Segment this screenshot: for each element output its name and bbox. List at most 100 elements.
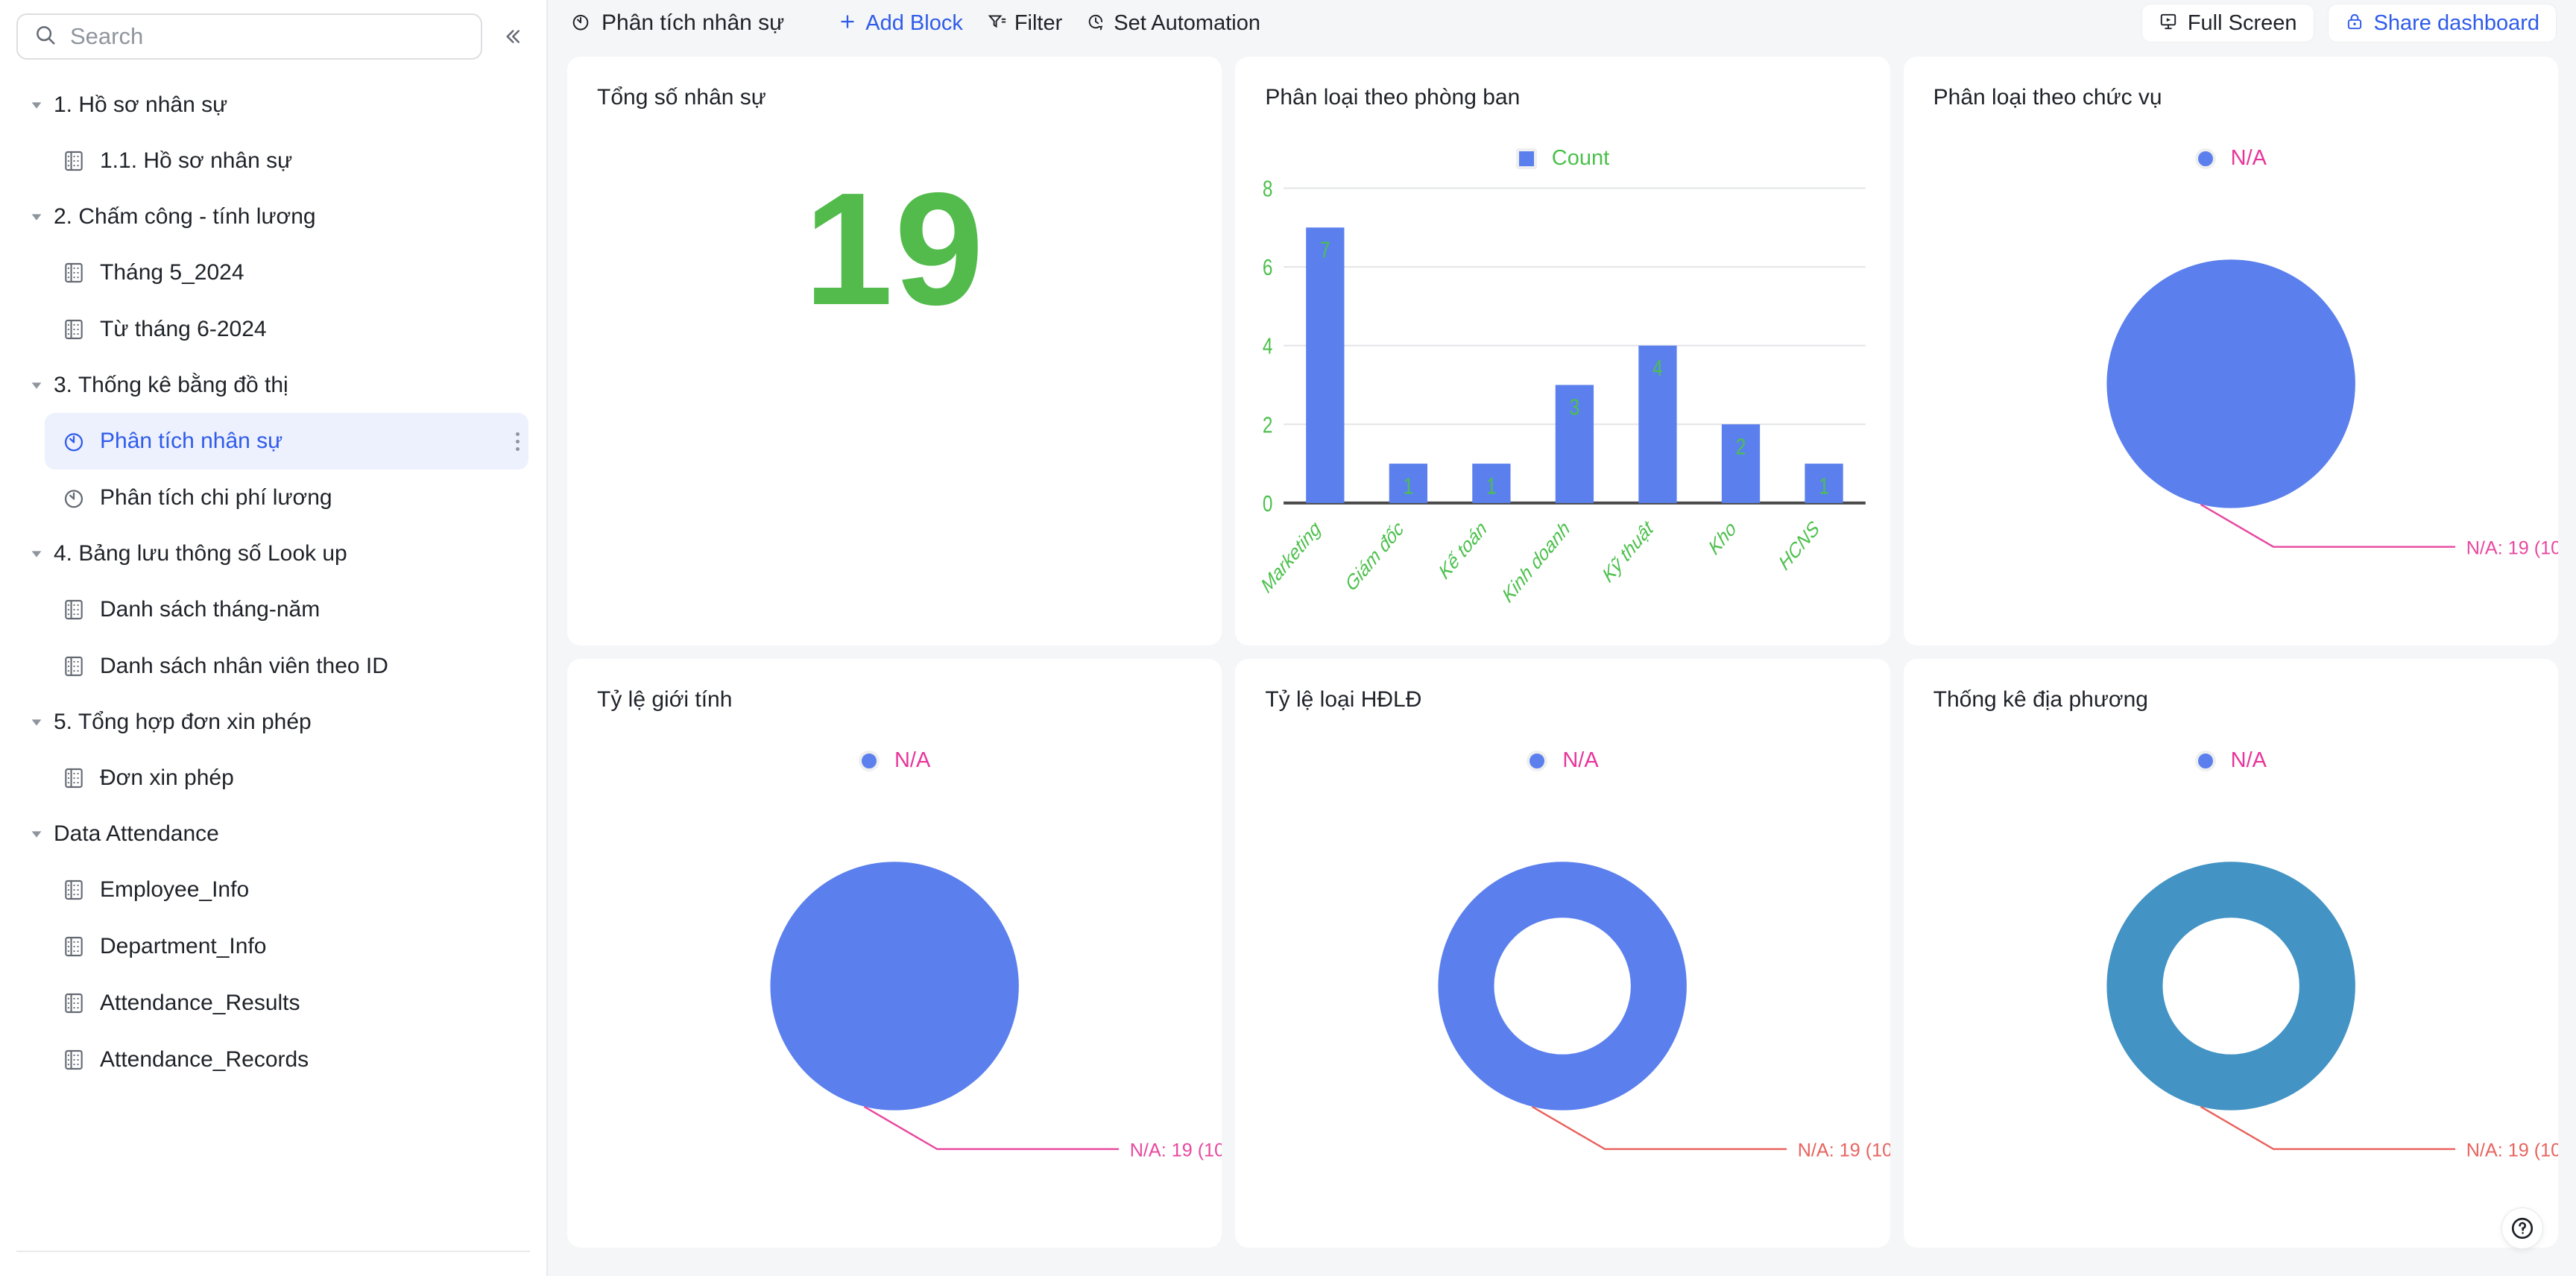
card-title: Tỷ lệ giới tính — [597, 687, 733, 712]
caret-down-icon[interactable] — [27, 824, 46, 844]
search-icon — [34, 24, 57, 50]
toolbar-right-group: Full Screen Share dashboard — [2141, 4, 2557, 42]
table-icon — [61, 991, 86, 1016]
sidebar-item-label: Danh sách nhân viên theo ID — [100, 654, 388, 678]
presentation-screen-icon — [2159, 12, 2178, 35]
donut-chart-body: N/A: 19 (100%) — [1235, 730, 1890, 1248]
table-icon — [61, 877, 86, 903]
caret-down-icon[interactable] — [27, 713, 46, 732]
card-department-breakdown[interactable]: Phân loại theo phòng ban Count 0 2 4 6 8 7 Mar… — [1235, 57, 1890, 645]
sidebar-group-2[interactable]: 2. Chấm công - tính lương — [0, 189, 546, 244]
svg-text:N/A: 19 (100%): N/A: 19 (100%) — [2466, 1140, 2558, 1160]
sidebar-item-17[interactable]: Attendance_Records — [45, 1032, 528, 1088]
total-headcount-value: 19 — [804, 159, 985, 338]
caret-down-icon[interactable] — [27, 544, 46, 563]
search-input[interactable] — [70, 23, 464, 50]
svg-text:7: 7 — [1320, 237, 1330, 262]
sidebar-group-8[interactable]: 4. Bảng lưu thông số Look up — [0, 526, 546, 581]
pie-chart[interactable]: N/A: 19 (100%) — [567, 730, 1222, 1248]
svg-text:3: 3 — [1570, 394, 1580, 420]
card-locality-stats[interactable]: Thống kê địa phương N/A N/A: 19 (100%) — [1903, 659, 2558, 1248]
svg-text:Kỹ thuật: Kỹ thuật — [1600, 517, 1658, 587]
sidebar-group-5[interactable]: 3. Thống kê bằng đồ thị — [0, 358, 546, 413]
filter-icon — [987, 12, 1006, 35]
svg-text:2: 2 — [1736, 434, 1746, 459]
table-icon — [61, 317, 86, 342]
svg-text:N/A: 19 (100%): N/A: 19 (100%) — [1798, 1140, 1890, 1160]
card-contract-ratio[interactable]: Tỷ lệ loại HĐLĐ N/A N/A: 19 (100%) — [1235, 659, 1890, 1248]
caret-down-icon[interactable] — [27, 95, 46, 115]
card-total-headcount[interactable]: Tổng số nhân sự 19 — [567, 57, 1222, 645]
filter-button[interactable]: Filter — [975, 5, 1074, 41]
donut-chart[interactable]: N/A: 19 (100%) — [1235, 730, 1890, 1248]
sidebar-item-4[interactable]: Từ tháng 6-2024 — [45, 301, 528, 358]
caret-down-icon[interactable] — [27, 207, 46, 227]
svg-text:1: 1 — [1819, 473, 1830, 499]
card-title: Thống kê địa phương — [1933, 687, 2148, 712]
toolbar: Phân tích nhân sự Add Block Filter Set A… — [548, 0, 2576, 46]
sidebar-item-label: Phân tích chi phí lương — [100, 485, 332, 510]
svg-text:2: 2 — [1263, 412, 1273, 438]
sidebar-item-label: Department_Info — [100, 934, 267, 958]
sidebar-group-label: 4. Bảng lưu thông số Look up — [54, 541, 347, 566]
svg-text:Kế toán: Kế toán — [1436, 517, 1491, 584]
svg-text:N/A: 19 (100%): N/A: 19 (100%) — [2466, 537, 2558, 558]
sidebar-item-10[interactable]: Danh sách nhân viên theo ID — [45, 638, 528, 695]
donut-chart[interactable]: N/A: 19 (100%) — [1904, 730, 2558, 1248]
card-position-breakdown[interactable]: Phân loại theo chức vụ N/A N/A: 19 (100%… — [1903, 57, 2558, 645]
share-dashboard-label: Share dashboard — [2373, 10, 2540, 35]
sidebar-item-12[interactable]: Đơn xin phép — [45, 750, 528, 806]
set-automation-button[interactable]: Set Automation — [1074, 5, 1272, 41]
add-block-button[interactable]: Add Block — [826, 5, 975, 41]
svg-text:N/A: 19 (100%): N/A: 19 (100%) — [1130, 1140, 1222, 1160]
card-title: Tỷ lệ loại HĐLĐ — [1265, 687, 1422, 712]
sidebar-item-label: Danh sách tháng-năm — [100, 597, 321, 622]
card-gender-ratio[interactable]: Tỷ lệ giới tính N/A N/A: 19 (100%) — [567, 659, 1222, 1248]
pie-chart-body: N/A: 19 (100%) — [567, 730, 1222, 1248]
main-area: Phân tích nhân sự Add Block Filter Set A… — [548, 0, 2576, 1276]
sidebar-group-label: 3. Thống kê bằng đồ thị — [54, 373, 288, 397]
full-screen-button[interactable]: Full Screen — [2141, 4, 2314, 42]
table-icon — [61, 260, 86, 285]
sidebar-item-7[interactable]: Phân tích chi phí lương — [45, 470, 528, 526]
card-title: Phân loại theo phòng ban — [1265, 85, 1521, 110]
sidebar-item-label: Employee_Info — [100, 877, 250, 902]
sidebar-item-9[interactable]: Danh sách tháng-năm — [45, 581, 528, 638]
svg-text:8: 8 — [1263, 176, 1273, 201]
svg-text:HCNS: HCNS — [1775, 517, 1823, 575]
sidebar-item-label: 1.1. Hồ sơ nhân sự — [100, 148, 293, 173]
table-icon — [61, 148, 86, 174]
full-screen-label: Full Screen — [2187, 10, 2297, 35]
sidebar-item-3[interactable]: Tháng 5_2024 — [45, 244, 528, 301]
item-more-options-icon[interactable] — [516, 432, 520, 451]
svg-text:1: 1 — [1486, 473, 1497, 499]
caret-down-icon[interactable] — [27, 376, 46, 395]
sidebar-item-15[interactable]: Department_Info — [45, 918, 528, 975]
table-icon — [61, 1047, 86, 1073]
search-box[interactable] — [16, 13, 482, 60]
sidebar-item-14[interactable]: Employee_Info — [45, 862, 528, 918]
sidebar-group-11[interactable]: 5. Tổng hợp đơn xin phép — [0, 695, 546, 750]
dashboard-grid: Tổng số nhân sự 19 Phân loại theo phòng … — [548, 46, 2576, 1276]
svg-text:Kinh doanh: Kinh doanh — [1499, 517, 1573, 607]
pie-chart[interactable]: N/A: 19 (100%) — [1904, 128, 2558, 645]
svg-text:Kho: Kho — [1705, 517, 1740, 560]
collapse-sidebar-button[interactable] — [493, 17, 531, 56]
add-block-label: Add Block — [865, 10, 963, 35]
sidebar-group-13[interactable]: Data Attendance — [0, 806, 546, 862]
set-automation-label: Set Automation — [1114, 10, 1260, 35]
sidebar-group-0[interactable]: 1. Hồ sơ nhân sự — [0, 78, 546, 133]
sidebar-item-label: Attendance_Results — [100, 991, 300, 1015]
share-dashboard-button[interactable]: Share dashboard — [2327, 4, 2557, 42]
sidebar-item-16[interactable]: Attendance_Results — [45, 975, 528, 1032]
dashboard-title-text: Phân tích nhân sự — [602, 10, 785, 35]
bar-chart-body: 0 2 4 6 8 7 Marketing 1 Giám đốc 1 Kế toán 3 Kinh do… — [1235, 128, 1890, 645]
sidebar-item-6[interactable]: Phân tích nhân sự — [45, 413, 528, 470]
sidebar-tree: 1. Hồ sơ nhân sự 1.1. Hồ sơ nhân sự 2. C… — [0, 78, 546, 1088]
dashboard-icon — [61, 429, 86, 454]
help-button[interactable] — [2501, 1207, 2543, 1249]
bar-chart[interactable]: 0 2 4 6 8 7 Marketing 1 Giám đốc 1 Kế toán 3 Kinh do… — [1235, 128, 1890, 645]
sidebar-item-1[interactable]: 1.1. Hồ sơ nhân sự — [45, 133, 528, 189]
sidebar-group-label: 1. Hồ sơ nhân sự — [54, 92, 228, 117]
table-icon — [61, 934, 86, 959]
